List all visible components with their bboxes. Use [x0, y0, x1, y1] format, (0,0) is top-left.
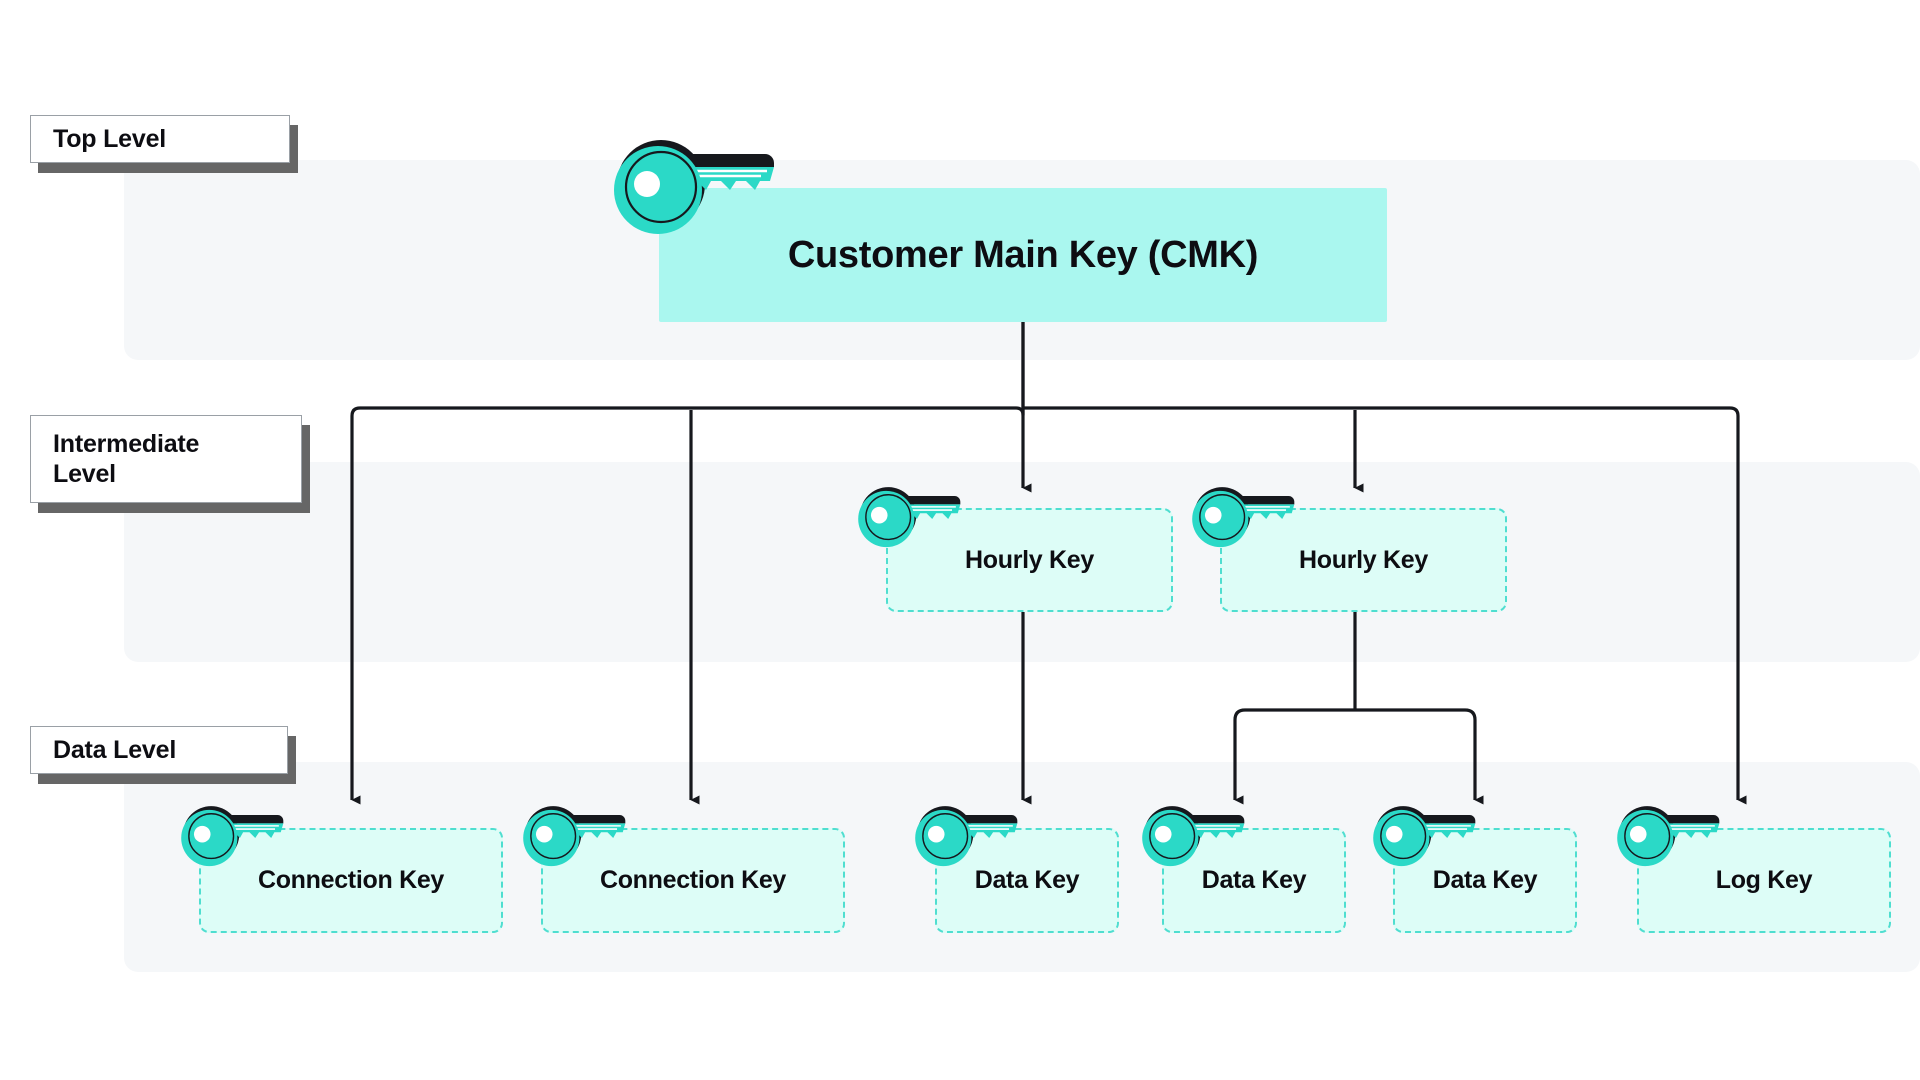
level-tag-box: Intermediate Level — [30, 415, 302, 503]
level-tag-label: Top Level — [53, 124, 167, 153]
level-tag-box: Top Level — [30, 115, 290, 163]
node-label: Log Key — [1715, 866, 1813, 894]
node-label: Data Key — [974, 866, 1080, 894]
node-connection-key-1[interactable]: Connection Key — [199, 828, 503, 933]
node-data-key-2[interactable]: Data Key — [1162, 828, 1346, 933]
node-log-key[interactable]: Log Key — [1637, 828, 1891, 933]
node-label: Data Key — [1432, 866, 1538, 894]
node-connection-key-2[interactable]: Connection Key — [541, 828, 845, 933]
level-tag-box: Data Level — [30, 726, 288, 774]
node-hourly-key-2[interactable]: Hourly Key — [1220, 508, 1507, 612]
node-label: Hourly Key — [965, 545, 1094, 574]
node-label: Hourly Key — [1299, 545, 1428, 574]
node-label: Data Key — [1201, 866, 1307, 894]
node-data-key-1[interactable]: Data Key — [935, 828, 1119, 933]
node-hourly-key-1[interactable]: Hourly Key — [886, 508, 1173, 612]
level-tag-top-level: Top Level — [30, 115, 298, 173]
level-tag-intermediate-level: Intermediate Level — [30, 415, 310, 513]
level-tag-label: Data Level — [53, 735, 177, 764]
node-cmk[interactable]: Customer Main Key (CMK) — [659, 188, 1387, 322]
node-label: Customer Main Key (CMK) — [787, 233, 1259, 276]
node-label: Connection Key — [599, 866, 787, 894]
node-label: Connection Key — [257, 866, 445, 894]
node-data-key-3[interactable]: Data Key — [1393, 828, 1577, 933]
diagram-canvas: Top Level Intermediate Level Data Level … — [0, 0, 1920, 1080]
level-tag-label: Intermediate Level — [53, 429, 200, 489]
level-tag-data-level: Data Level — [30, 726, 296, 784]
